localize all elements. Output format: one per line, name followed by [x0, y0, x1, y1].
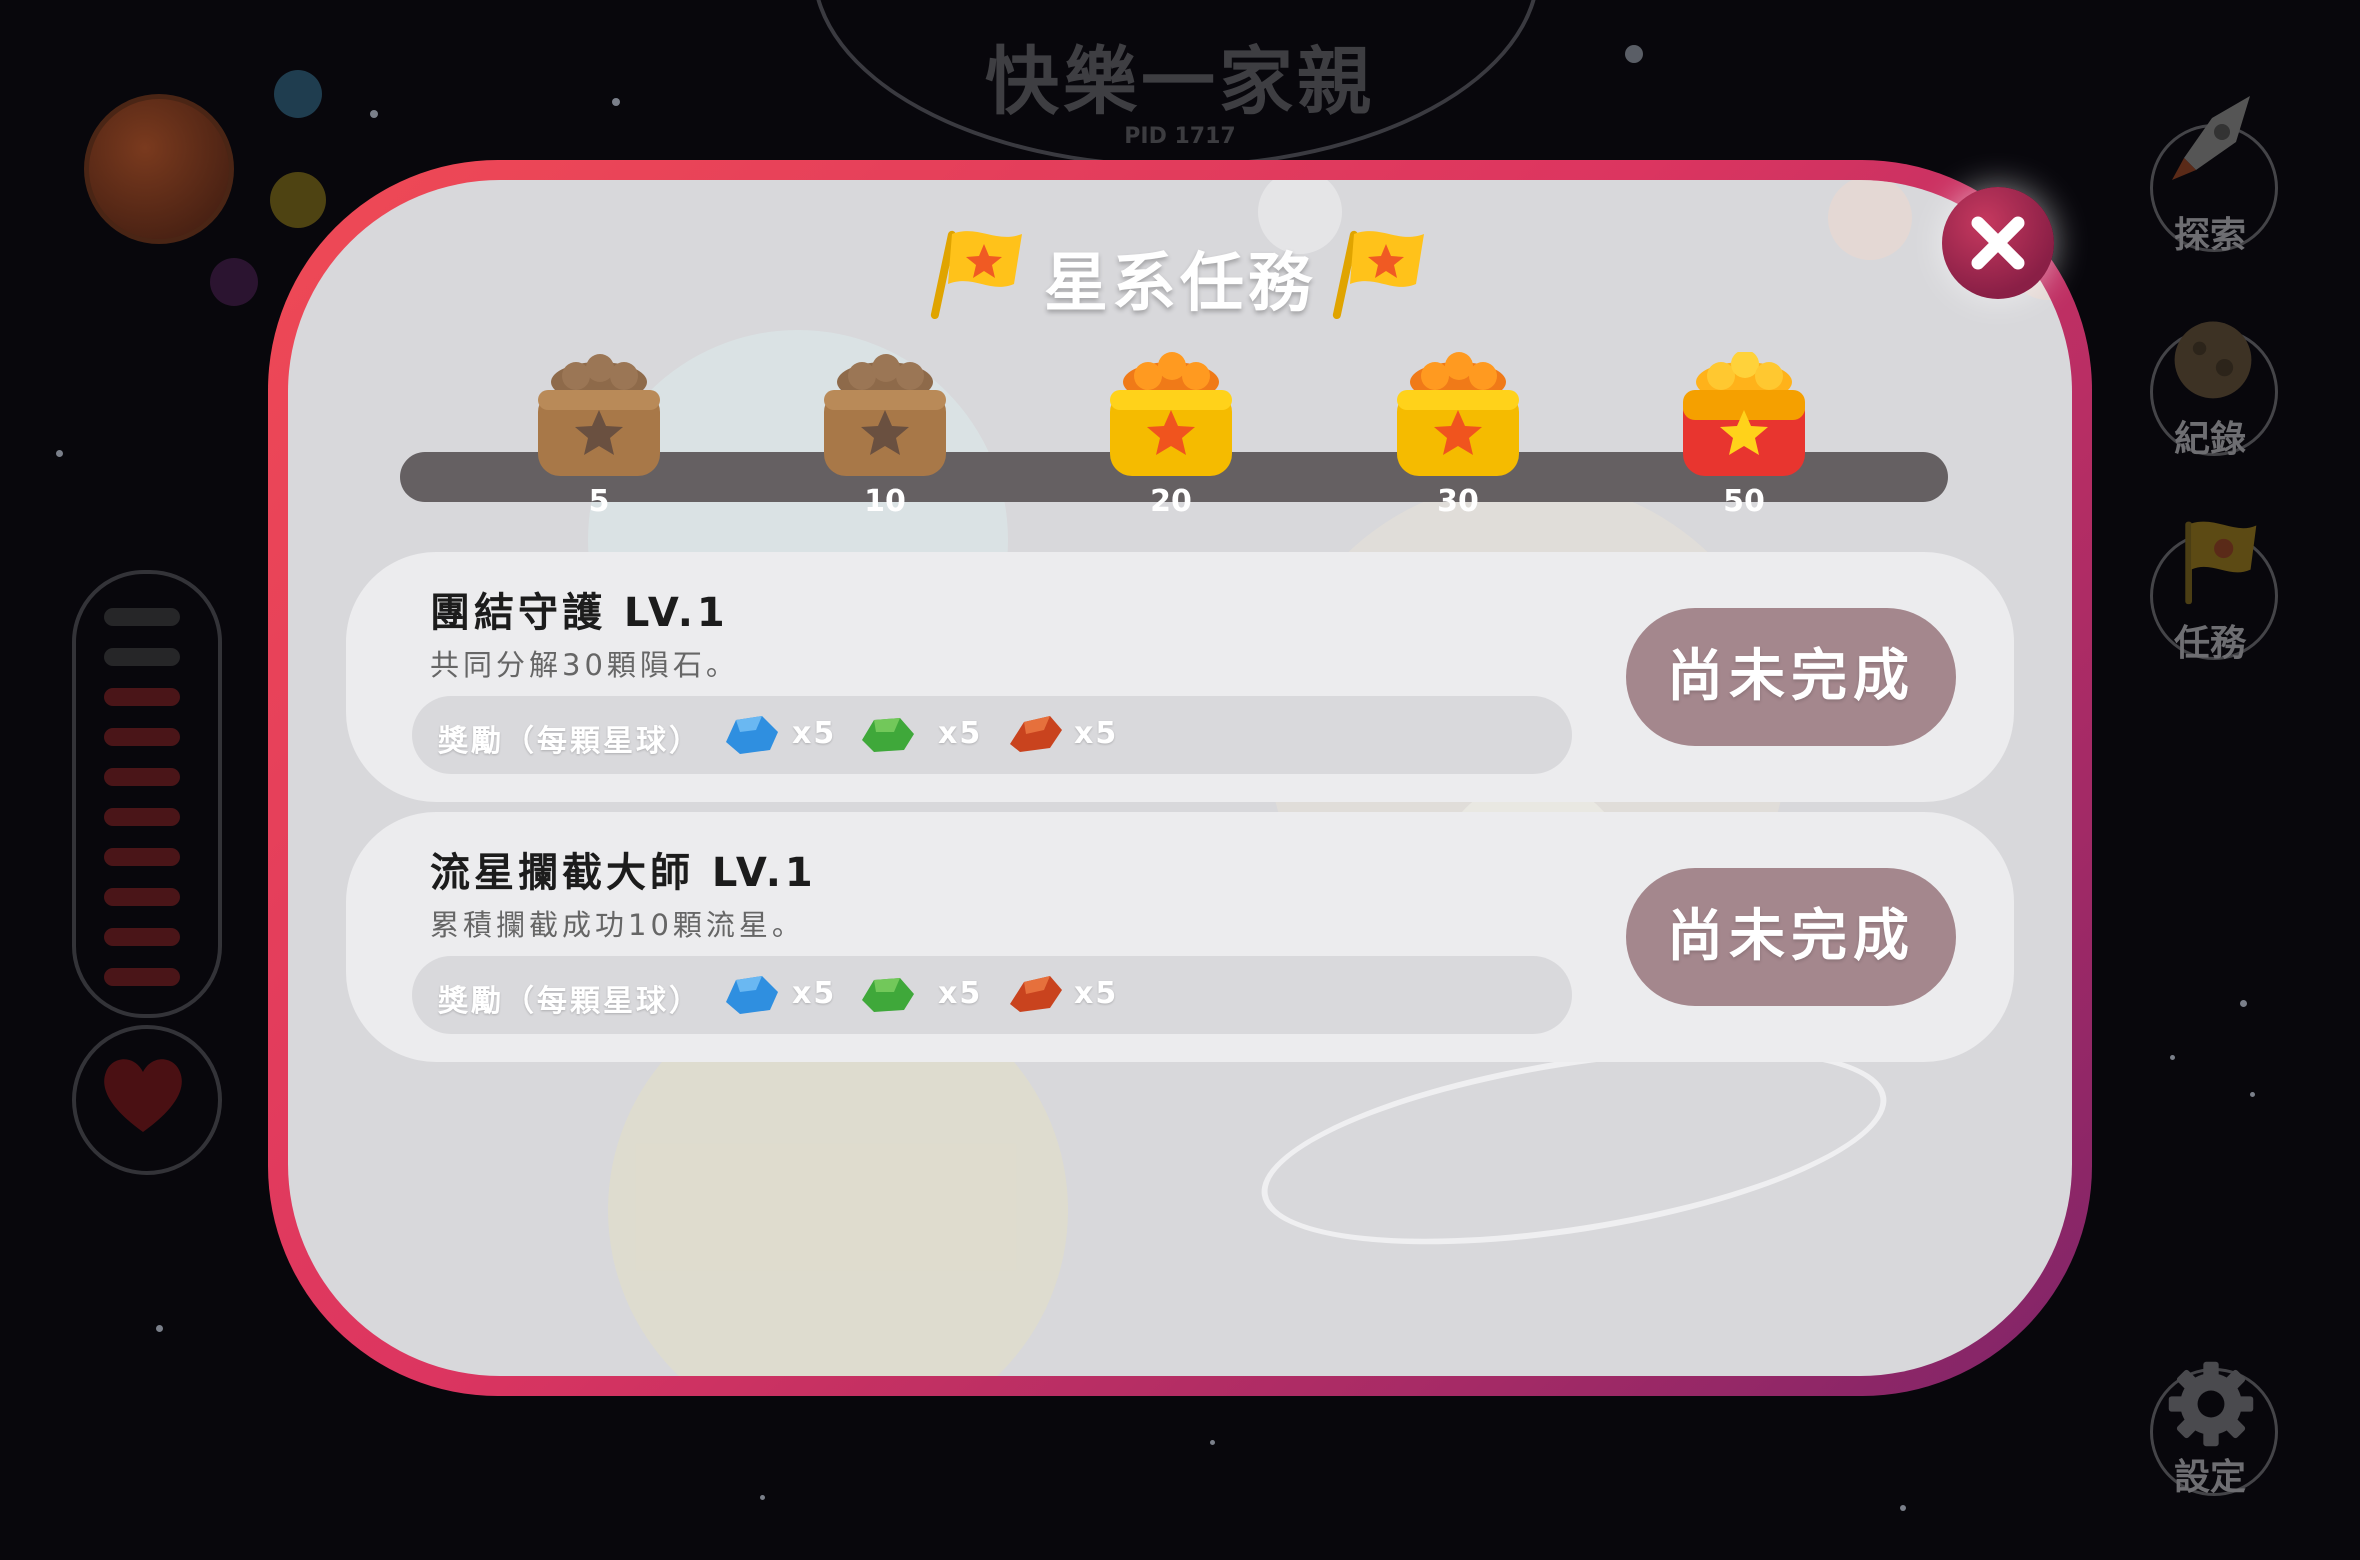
- side-label-missions: 任務: [2173, 623, 2246, 664]
- gem-count: x5: [792, 716, 837, 751]
- milestone-label: 50: [1723, 484, 1765, 519]
- reward-chest-50[interactable]: [1679, 352, 1809, 482]
- reward-chest-20[interactable]: [1106, 352, 1236, 482]
- room-pid: PID 1717: [1124, 124, 1236, 149]
- energy-segment: [104, 648, 180, 666]
- gem-count: x5: [792, 976, 837, 1011]
- green-gem-icon: [862, 718, 914, 752]
- mission-status-button[interactable]: 尚未完成: [1626, 608, 1956, 746]
- asteroid-icon: [2174, 321, 2252, 399]
- energy-segment: [104, 608, 180, 626]
- mission-card: 流星攔截大師 LV.1 累積攔截成功10顆流星。 獎勵（每顆星球） x5 x5 …: [346, 812, 2014, 1062]
- player-planet-yellow[interactable]: [270, 172, 326, 228]
- reward-chest-5-locked[interactable]: [534, 352, 664, 482]
- blue-gem-icon: [726, 976, 778, 1014]
- milestone-label: 20: [1150, 484, 1192, 519]
- mission-name: 流星攔截大師 LV.1: [430, 850, 817, 896]
- side-label-settings: 設定: [2173, 1457, 2246, 1498]
- energy-segment: [104, 968, 180, 986]
- dialog-title: 星系任務: [1044, 247, 1316, 321]
- red-gem-icon: [1010, 716, 1062, 752]
- milestone-label: 30: [1437, 484, 1479, 519]
- player-planet-blue[interactable]: [274, 70, 322, 118]
- red-gem-icon: [1010, 976, 1062, 1012]
- mission-name: 團結守護 LV.1: [430, 590, 729, 636]
- gem-count: x5: [1074, 716, 1119, 751]
- flag-icon-left: [930, 230, 1022, 320]
- energy-segment: [104, 848, 180, 866]
- energy-segment: [104, 888, 180, 906]
- blue-gem-icon: [726, 716, 778, 754]
- energy-segment: [104, 768, 180, 786]
- mission-status-button[interactable]: 尚未完成: [1626, 868, 1956, 1006]
- reward-label: 獎勵（每顆星球）: [438, 724, 702, 759]
- reward-label: 獎勵（每顆星球）: [438, 984, 702, 1019]
- gear-icon: [2168, 1361, 2254, 1447]
- reward-chest-30[interactable]: [1393, 352, 1523, 482]
- flag-icon-right: [1332, 230, 1424, 320]
- gem-count: x5: [1074, 976, 1119, 1011]
- milestone-label: 5: [588, 484, 610, 519]
- reward-strip: 獎勵（每顆星球） x5 x5 x5: [412, 956, 1572, 1034]
- energy-gauge: [72, 570, 222, 1018]
- gem-count: x5: [938, 716, 983, 751]
- heart-icon: [104, 1059, 182, 1132]
- gem-count: x5: [938, 976, 983, 1011]
- mission-card: 團結守護 LV.1 共同分解30顆隕石。 獎勵（每顆星球） x5 x5 x5 尚…: [346, 552, 2014, 802]
- reward-chest-10-locked[interactable]: [820, 352, 950, 482]
- player-planet-purple[interactable]: [210, 258, 258, 306]
- rocket-icon: [2172, 96, 2250, 180]
- close-icon: [1971, 216, 2025, 270]
- energy-segment: [104, 688, 180, 706]
- flag-icon: [2185, 521, 2257, 605]
- side-label-records: 紀錄: [2173, 419, 2246, 460]
- close-button[interactable]: [1942, 187, 2054, 299]
- mission-description: 共同分解30顆隕石。: [430, 648, 739, 682]
- player-planet-avatar[interactable]: [84, 94, 234, 244]
- milestone-label: 10: [864, 484, 906, 519]
- energy-segment: [104, 928, 180, 946]
- reward-strip: 獎勵（每顆星球） x5 x5 x5: [412, 696, 1572, 774]
- green-gem-icon: [862, 978, 914, 1012]
- energy-segment: [104, 728, 180, 746]
- room-title: 快樂一家親: [985, 39, 1375, 125]
- energy-segment: [104, 808, 180, 826]
- side-label-explore: 探索: [2173, 215, 2246, 256]
- mission-description: 累積攔截成功10顆流星。: [430, 908, 805, 942]
